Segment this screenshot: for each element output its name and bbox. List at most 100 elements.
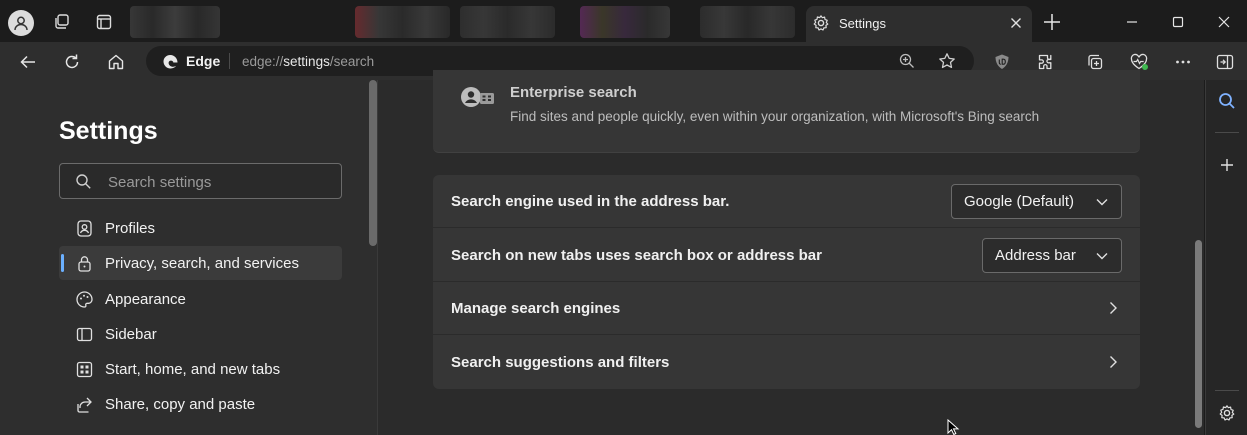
minimize-button[interactable] bbox=[1120, 10, 1144, 34]
sidebar-item-start-home-new-tabs[interactable]: Start, home, and new tabs bbox=[59, 352, 342, 386]
sidebar-search-button[interactable] bbox=[1214, 88, 1240, 114]
share-icon bbox=[74, 394, 94, 414]
chevron-down-icon bbox=[1095, 195, 1109, 214]
enterprise-search-icon bbox=[460, 86, 496, 117]
sidebar-divider bbox=[1215, 132, 1239, 133]
mouse-cursor bbox=[947, 418, 961, 435]
sidebar-icon bbox=[74, 324, 94, 344]
setting-label: Search on new tabs uses search box or ad… bbox=[451, 247, 822, 264]
home-tabs-icon bbox=[74, 359, 94, 379]
tab-actions-button[interactable] bbox=[91, 9, 117, 35]
page-title: Settings bbox=[59, 117, 158, 145]
sidebar-item-sidebar[interactable]: Sidebar bbox=[59, 317, 342, 351]
settings-content: Enterprise search Find sites and people … bbox=[378, 70, 1204, 435]
palette-icon bbox=[74, 289, 94, 309]
inactive-tab[interactable] bbox=[580, 6, 670, 38]
profile-icon bbox=[14, 16, 28, 31]
gear-icon bbox=[812, 14, 830, 37]
home-button[interactable] bbox=[103, 49, 129, 75]
site-identity-label[interactable]: Edge bbox=[186, 53, 220, 69]
url-path: /search bbox=[329, 54, 375, 69]
setting-row-search-suggestions[interactable]: Search suggestions and filters bbox=[433, 336, 1140, 389]
search-settings-card: Search engine used in the address bar. G… bbox=[433, 175, 1140, 389]
inactive-tab[interactable] bbox=[460, 6, 555, 38]
plus-icon bbox=[1221, 159, 1233, 171]
back-button[interactable] bbox=[15, 49, 41, 75]
url-scheme: edge:// bbox=[242, 54, 284, 69]
refresh-icon bbox=[65, 54, 79, 69]
chevron-right-icon bbox=[1106, 354, 1120, 375]
sidebar-item-label: Sidebar bbox=[105, 325, 157, 343]
gear-icon bbox=[1219, 405, 1235, 421]
maximize-icon bbox=[1172, 16, 1184, 28]
sidebar-item-share-copy-paste[interactable]: Share, copy and paste bbox=[59, 387, 342, 421]
sidebar-toggle-button[interactable] bbox=[1212, 49, 1238, 75]
home-icon bbox=[108, 54, 124, 70]
inactive-tab[interactable] bbox=[355, 6, 450, 38]
lock-icon bbox=[74, 253, 94, 273]
sidebar-item-label: Start, home, and new tabs bbox=[105, 360, 281, 378]
settings-sidebar: Settings Profiles Privacy, search, and s… bbox=[0, 80, 378, 435]
workspaces-icon bbox=[55, 14, 69, 29]
more-horizontal-icon bbox=[1176, 60, 1190, 64]
close-window-button[interactable] bbox=[1212, 10, 1236, 34]
search-input[interactable] bbox=[108, 172, 328, 192]
back-arrow-icon bbox=[20, 55, 35, 69]
close-tab-icon[interactable] bbox=[1008, 15, 1024, 36]
chevron-right-icon bbox=[1106, 300, 1120, 321]
tab-settings[interactable]: Settings bbox=[806, 6, 1032, 42]
inactive-tab[interactable] bbox=[130, 6, 220, 38]
hide-sidebar-icon bbox=[1216, 54, 1234, 70]
sidebar-item-label: Profiles bbox=[105, 219, 156, 237]
inactive-tab[interactable] bbox=[700, 6, 795, 38]
sidebar-item-label: Appearance bbox=[105, 290, 186, 308]
edge-sidebar bbox=[1205, 80, 1247, 435]
search-icon bbox=[75, 173, 92, 195]
enterprise-search-description: Find sites and people quickly, even with… bbox=[510, 109, 1040, 124]
maximize-button[interactable] bbox=[1166, 10, 1190, 34]
new-tab-button[interactable] bbox=[1040, 10, 1064, 39]
setting-label: Search suggestions and filters bbox=[451, 354, 670, 371]
sidebar-add-button[interactable] bbox=[1214, 152, 1240, 178]
sidebar-item-label: Share, copy and paste bbox=[105, 395, 256, 413]
plus-icon bbox=[1044, 14, 1060, 30]
dropdown-value: Google (Default) bbox=[964, 193, 1075, 210]
close-icon bbox=[1218, 16, 1230, 28]
heart-pulse-icon bbox=[1130, 53, 1148, 70]
setting-row-address-bar-engine: Search engine used in the address bar. G… bbox=[433, 175, 1140, 228]
sidebar-item-profiles[interactable]: Profiles bbox=[59, 211, 342, 245]
refresh-button[interactable] bbox=[59, 49, 85, 75]
sidebar-scrollbar[interactable] bbox=[369, 80, 377, 246]
sidebar-settings-button[interactable] bbox=[1214, 400, 1240, 426]
enterprise-search-title: Enterprise search bbox=[510, 84, 637, 101]
tab-title: Settings bbox=[839, 16, 886, 31]
edge-logo-icon bbox=[162, 53, 179, 75]
dropdown-value: Address bar bbox=[995, 247, 1076, 264]
profile-icon bbox=[74, 218, 94, 238]
selected-indicator bbox=[61, 254, 64, 272]
sidebar-divider bbox=[1215, 390, 1239, 391]
workspaces-button[interactable] bbox=[49, 9, 75, 35]
setting-row-manage-search-engines[interactable]: Manage search engines bbox=[433, 282, 1140, 335]
search-icon bbox=[1219, 93, 1235, 109]
setting-label: Manage search engines bbox=[451, 300, 621, 317]
puzzle-piece-icon bbox=[1038, 54, 1052, 70]
chevron-down-icon bbox=[1095, 249, 1109, 268]
sidebar-item-privacy[interactable]: Privacy, search, and services bbox=[59, 246, 342, 280]
url-host: settings bbox=[283, 54, 330, 69]
content-scrollbar[interactable] bbox=[1195, 240, 1202, 428]
collections-icon bbox=[1088, 54, 1103, 70]
setting-label: Search engine used in the address bar. bbox=[451, 193, 730, 210]
sidebar-item-appearance[interactable]: Appearance bbox=[59, 282, 342, 316]
setting-row-new-tabs-search: Search on new tabs uses search box or ad… bbox=[433, 229, 1140, 282]
omnibox-divider bbox=[229, 53, 230, 69]
enterprise-search-card[interactable]: Enterprise search Find sites and people … bbox=[433, 70, 1140, 153]
sidebar-item-label: Privacy, search, and services bbox=[105, 254, 299, 272]
search-settings-box[interactable] bbox=[59, 163, 342, 199]
shield-icon bbox=[995, 54, 1009, 69]
profile-avatar[interactable] bbox=[8, 10, 34, 36]
url-text[interactable]: edge://settings/search bbox=[242, 54, 374, 69]
settings-and-more-button[interactable] bbox=[1170, 49, 1196, 75]
search-engine-dropdown[interactable]: Google (Default) bbox=[951, 184, 1122, 219]
new-tab-search-dropdown[interactable]: Address bar bbox=[982, 238, 1122, 273]
